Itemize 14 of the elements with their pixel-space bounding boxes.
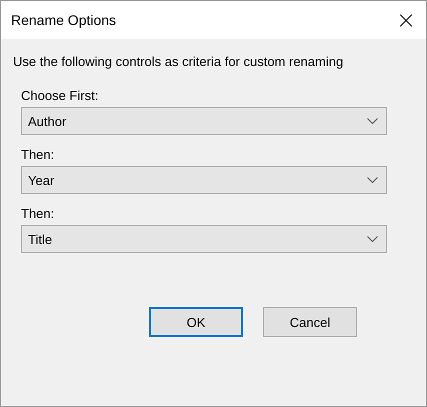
ok-button[interactable]: OK: [149, 307, 243, 337]
field-label: Then:: [21, 147, 56, 162]
description-text: Use the following controls as criteria for custom renaming: [13, 53, 344, 70]
window-title: Rename Options: [11, 12, 116, 28]
chevron-down-icon: [367, 236, 378, 242]
chevron-down-icon: [367, 176, 378, 184]
dropdown[interactable]: Year: [21, 166, 387, 194]
field-label: Then:: [21, 206, 56, 221]
field-label: Choose First:: [21, 88, 100, 103]
close-button[interactable]: ×: [386, 1, 426, 39]
dropdown[interactable]: Author: [21, 107, 387, 135]
chevron-down-icon: [367, 118, 378, 124]
dropdown[interactable]: Title: [21, 225, 387, 253]
cancel-button[interactable]: Cancel: [263, 307, 357, 337]
